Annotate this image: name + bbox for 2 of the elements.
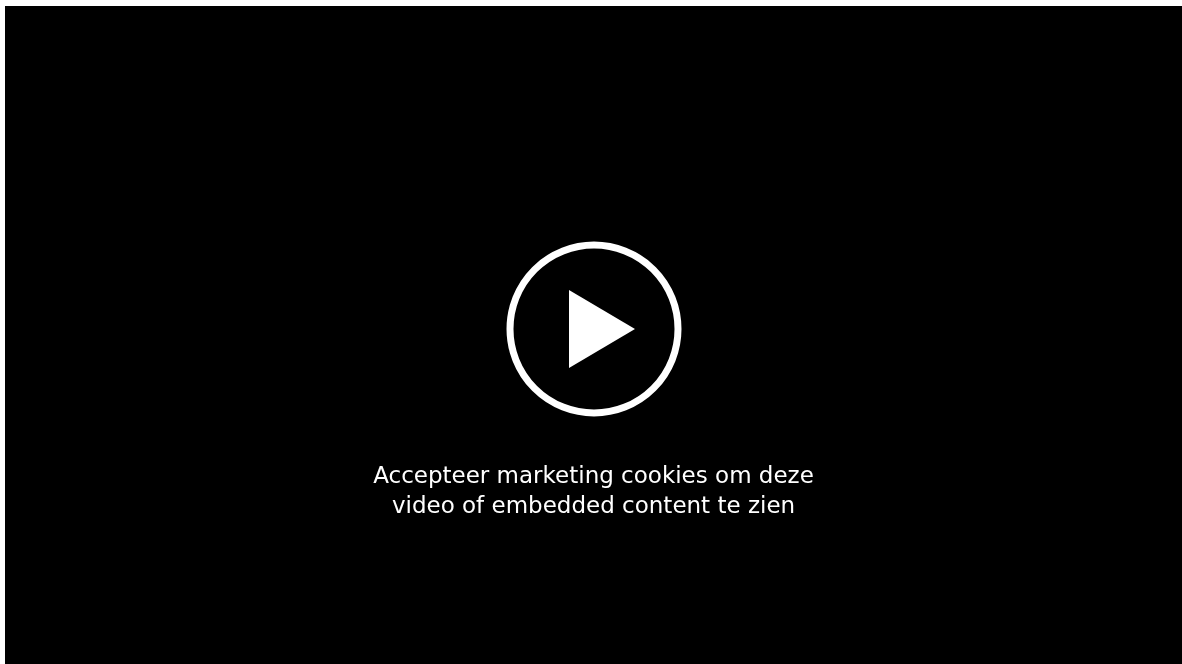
cookie-message: Accepteer marketing cookies om deze video of embedded content te zien [372, 461, 815, 520]
play-icon[interactable] [504, 240, 683, 418]
